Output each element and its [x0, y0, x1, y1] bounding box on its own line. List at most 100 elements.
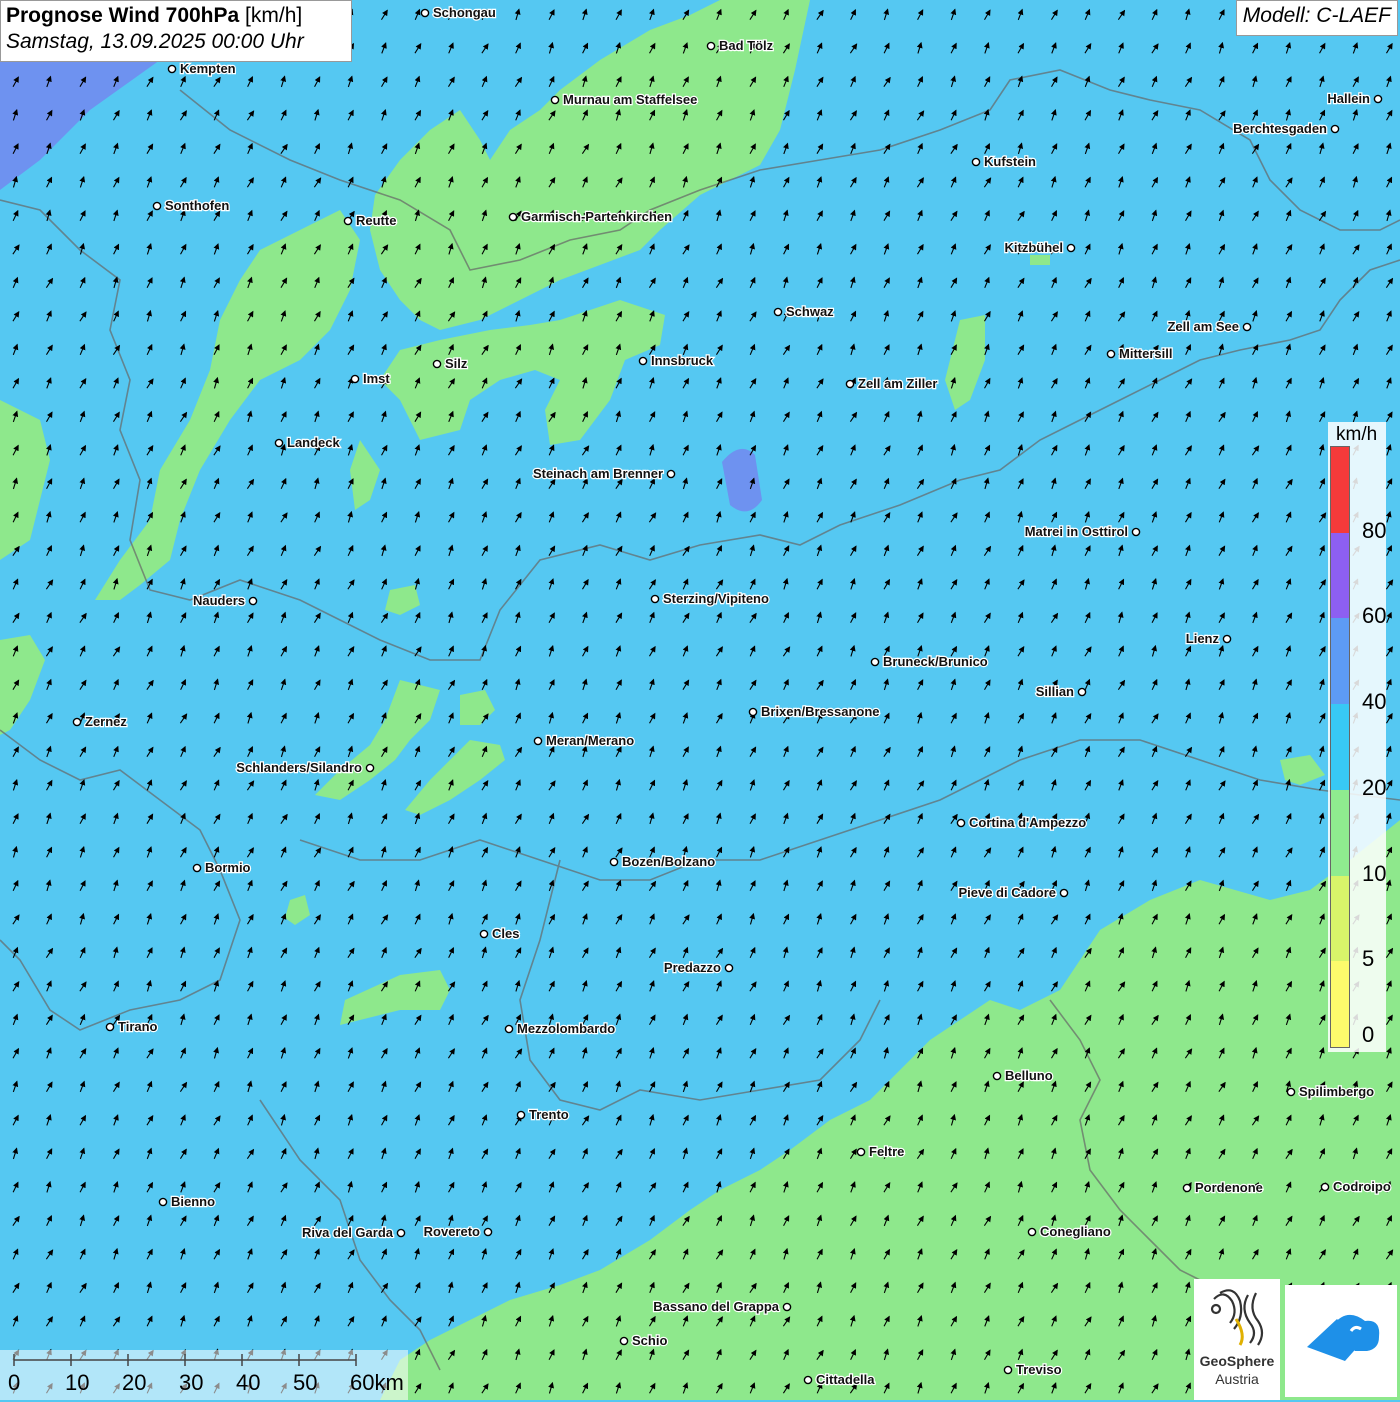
map-title: Prognose Wind 700hPa [km/h]	[6, 4, 346, 28]
city-dot	[845, 379, 855, 389]
city-label: Mezzolombardo	[517, 1021, 615, 1036]
city-marker[interactable]: Berchtesgaden	[1232, 120, 1340, 137]
wind-map[interactable]: Schongau Bad Tölz Kempten Murnau am Staffel…	[0, 0, 1400, 1400]
city-marker[interactable]: Sonthofen	[152, 197, 231, 214]
city-dot	[1027, 1227, 1037, 1237]
scale-ruler	[13, 1354, 357, 1366]
city-dot	[248, 596, 258, 606]
city-marker[interactable]: Cittadella	[803, 1371, 876, 1388]
scale-label: 10	[65, 1370, 90, 1395]
city-dot	[504, 1024, 514, 1034]
city-marker[interactable]: Conegliano	[1027, 1223, 1112, 1240]
city-dot	[1373, 94, 1383, 104]
city-label: Schio	[632, 1333, 667, 1348]
city-marker[interactable]: Bozen/Bolzano	[609, 853, 716, 870]
scale-label: 30	[179, 1370, 204, 1395]
city-dot	[1242, 322, 1252, 332]
city-dot	[158, 1197, 168, 1207]
city-dot	[666, 469, 676, 479]
city-dot	[550, 95, 560, 105]
city-marker[interactable]: Bruneck/Brunico	[870, 653, 989, 670]
city-label: Mittersill	[1119, 346, 1172, 361]
city-dot	[1077, 687, 1087, 697]
scale-label: 40	[236, 1370, 261, 1395]
legend-color-segment	[1331, 875, 1349, 962]
legend-tick-label: 0	[1362, 1022, 1375, 1047]
title-text: Prognose Wind 700hPa	[6, 4, 240, 27]
city-marker[interactable]: Murnau am Staffelsee	[550, 91, 699, 108]
city-marker[interactable]: Matrei in Osttirol	[1024, 523, 1141, 540]
legend-color-segment	[1331, 961, 1349, 1047]
city-label: Bassano del Grappa	[653, 1299, 779, 1314]
scale-label: 20	[122, 1370, 147, 1395]
city-label: Trento	[529, 1107, 569, 1122]
city-marker[interactable]: Garmisch-Partenkirchen	[508, 208, 673, 225]
city-marker[interactable]: Spilimbergo	[1286, 1083, 1375, 1100]
city-label: Pordenone	[1195, 1180, 1263, 1195]
legend-tick-label: 5	[1362, 946, 1375, 972]
city-marker[interactable]: Mezzolombardo	[504, 1020, 616, 1037]
city-dot	[1286, 1087, 1296, 1097]
legend-color-segment	[1331, 447, 1349, 533]
city-marker[interactable]: Innsbruck	[638, 352, 715, 369]
city-label: Lienz	[1186, 631, 1220, 646]
city-dot	[192, 863, 202, 873]
city-dot	[72, 717, 82, 727]
city-label: Zell am Ziller	[858, 376, 937, 391]
title-box: Prognose Wind 700hPa [km/h] Samstag, 13.…	[0, 0, 352, 62]
city-dot	[1131, 527, 1141, 537]
city-label: Schongau	[433, 5, 496, 20]
model-label: Modell: C-LAEF	[1235, 0, 1398, 36]
city-label: Sterzing/Vipiteno	[663, 591, 769, 606]
city-label: Berchtesgaden	[1233, 121, 1327, 136]
city-marker[interactable]: Pordenone	[1182, 1179, 1264, 1196]
city-marker[interactable]: Schongau	[420, 4, 497, 21]
city-dot	[432, 359, 442, 369]
city-marker[interactable]: Meran/Merano	[533, 732, 635, 749]
city-label: Bienno	[171, 1194, 215, 1209]
city-marker[interactable]: Zell am See	[1166, 318, 1252, 335]
city-marker[interactable]: Pieve di Cadore	[957, 884, 1069, 901]
cloud-arrow-icon	[1307, 1314, 1380, 1361]
city-dot	[619, 1336, 629, 1346]
city-marker[interactable]: Brixen/Bressanone	[748, 703, 881, 720]
city-label: Cles	[492, 926, 519, 941]
city-dot	[650, 594, 660, 604]
city-label: Cortina d'Ampezzo	[969, 815, 1086, 830]
city-dot	[105, 1022, 115, 1032]
city-dot	[516, 1110, 526, 1120]
weather-app-logo	[1285, 1285, 1397, 1397]
city-marker[interactable]: Sterzing/Vipiteno	[650, 590, 770, 607]
city-label: Zernez	[85, 714, 127, 729]
scale-label: 0	[8, 1370, 21, 1395]
city-label: Silz	[445, 356, 468, 371]
logo-sub: Austria	[1215, 1371, 1259, 1387]
city-marker[interactable]: Cortina d'Ampezzo	[956, 814, 1087, 831]
legend-color-segment	[1331, 704, 1349, 790]
city-marker[interactable]: Schlanders/Silandro	[235, 759, 375, 776]
city-marker[interactable]: Zell am Ziller	[845, 375, 939, 392]
city-dot	[1066, 243, 1076, 253]
legend-bar	[1330, 446, 1350, 1048]
city-marker[interactable]: Riva del Garda	[301, 1224, 406, 1241]
city-dot	[1320, 1182, 1330, 1192]
legend-tick-label: 60	[1362, 603, 1387, 629]
city-label: Zell am See	[1167, 319, 1239, 334]
city-dot	[609, 857, 619, 867]
city-dot	[1106, 349, 1116, 359]
city-dot	[870, 657, 880, 667]
legend-tick-label: 10	[1362, 860, 1387, 886]
city-label: Meran/Merano	[546, 733, 634, 748]
city-marker[interactable]: Bassano del Grappa	[652, 1298, 792, 1315]
title-unit: [km/h]	[245, 4, 303, 27]
city-label: Schwaz	[786, 304, 834, 319]
city-label: Kempten	[180, 61, 236, 76]
city-dot	[724, 963, 734, 973]
scale-bar: 0 10 20 30 40 50 60km	[0, 1350, 408, 1400]
city-marker[interactable]: Steinach am Brenner	[532, 465, 676, 482]
legend-color-segment	[1331, 789, 1349, 876]
city-dot	[396, 1228, 406, 1238]
scale-label: 50	[293, 1370, 318, 1395]
scale-label: 60km	[350, 1370, 404, 1395]
city-dot	[773, 307, 783, 317]
